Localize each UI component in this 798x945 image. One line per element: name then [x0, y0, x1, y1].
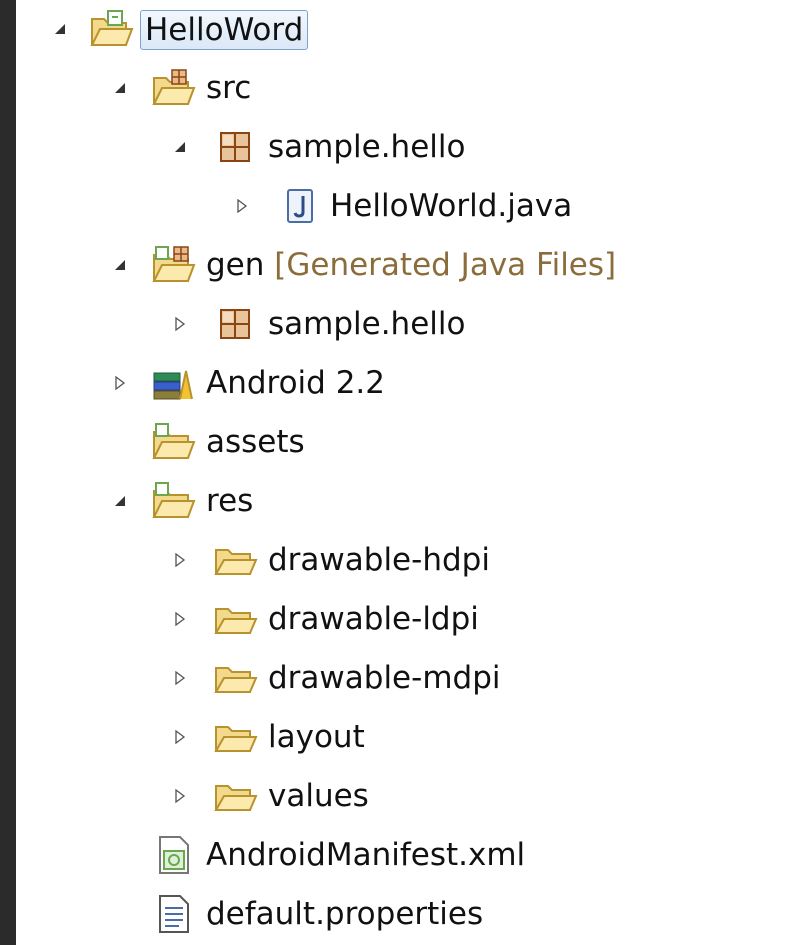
android-manifest-icon — [152, 835, 196, 875]
android-folder-icon — [152, 481, 196, 521]
tree-item-label: drawable-hdpi — [268, 542, 490, 578]
tree-item-drawable-hdpi[interactable]: drawable-hdpi — [16, 534, 798, 586]
expanded-twisty-icon[interactable] — [170, 137, 190, 157]
tree-item-helloworld-java[interactable]: HelloWorld.java — [16, 180, 798, 232]
collapsed-twisty-icon[interactable] — [232, 196, 252, 216]
tree-item-assets[interactable]: assets — [16, 416, 798, 468]
android-folder-icon — [152, 422, 196, 462]
collapsed-twisty-icon[interactable] — [170, 727, 190, 747]
tree-item-label: HelloWorld.java — [330, 188, 573, 224]
tree-item-values[interactable]: values — [16, 770, 798, 822]
collapsed-twisty-icon[interactable] — [170, 668, 190, 688]
collapsed-twisty-icon[interactable] — [170, 550, 190, 570]
library-icon — [152, 363, 196, 403]
tree-item-label: AndroidManifest.xml — [206, 837, 526, 873]
properties-file-icon — [152, 894, 196, 934]
tree-item-helloword[interactable]: HelloWord — [16, 3, 798, 55]
tree-item-label: src — [206, 70, 252, 106]
package-icon — [214, 304, 258, 344]
folder-icon — [214, 776, 258, 816]
tree-item-label: drawable-mdpi — [268, 660, 501, 696]
tree-item-label: default.properties — [206, 896, 484, 932]
expanded-twisty-icon[interactable] — [50, 19, 70, 39]
tree-item-android-manifest[interactable]: AndroidManifest.xml — [16, 829, 798, 881]
tree-item-layout[interactable]: layout — [16, 711, 798, 763]
generated-source-folder-icon — [152, 245, 196, 285]
java-file-icon — [278, 186, 322, 226]
expanded-twisty-icon[interactable] — [110, 78, 130, 98]
expanded-twisty-icon[interactable] — [110, 491, 130, 511]
collapsed-twisty-icon[interactable] — [170, 609, 190, 629]
tree-item-label: res — [206, 483, 254, 519]
collapsed-twisty-icon[interactable] — [110, 373, 130, 393]
tree-item-label: assets — [206, 424, 305, 460]
tree-item-default-properties[interactable]: default.properties — [16, 888, 798, 940]
folder-icon — [214, 540, 258, 580]
tree-item-label: sample.hello — [268, 306, 466, 342]
gen-decoration: [Generated Java Files] — [274, 247, 617, 283]
package-icon — [214, 127, 258, 167]
tree-item-drawable-mdpi[interactable]: drawable-mdpi — [16, 652, 798, 704]
tree-item-label: values — [268, 778, 369, 814]
gen-name: gen — [206, 247, 265, 283]
expanded-twisty-icon[interactable] — [110, 255, 130, 275]
tree-item-src[interactable]: src — [16, 62, 798, 114]
tree-item-label: gen [Generated Java Files] — [206, 246, 616, 284]
package-explorer-tree: HelloWord src sample.hello HelloWorld.ja… — [16, 0, 798, 945]
collapsed-twisty-icon[interactable] — [170, 786, 190, 806]
tree-item-label: sample.hello — [268, 129, 466, 165]
source-folder-icon — [152, 68, 196, 108]
tree-item-android-library[interactable]: Android 2.2 — [16, 357, 798, 409]
folder-icon — [214, 717, 258, 757]
tree-item-label: layout — [268, 719, 365, 755]
collapsed-twisty-icon[interactable] — [170, 314, 190, 334]
tree-item-label: HelloWord — [140, 10, 309, 50]
tree-item-label: drawable-ldpi — [268, 601, 479, 637]
tree-item-gen[interactable]: gen [Generated Java Files] — [16, 239, 798, 291]
project-folder-icon — [90, 9, 134, 49]
tree-item-package[interactable]: sample.hello — [16, 298, 798, 350]
tree-item-res[interactable]: res — [16, 475, 798, 527]
folder-icon — [214, 599, 258, 639]
folder-icon — [214, 658, 258, 698]
tree-item-drawable-ldpi[interactable]: drawable-ldpi — [16, 593, 798, 645]
tree-item-label: Android 2.2 — [206, 365, 386, 401]
tree-item-package[interactable]: sample.hello — [16, 121, 798, 173]
